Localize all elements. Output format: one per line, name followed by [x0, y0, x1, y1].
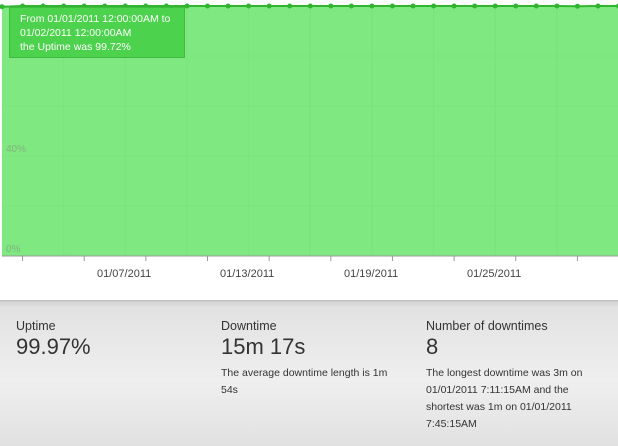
downtimes-description-line: shortest was 1m on 01/01/2011 — [426, 401, 572, 413]
data-point — [307, 3, 313, 9]
data-point — [492, 3, 498, 9]
data-point — [533, 3, 539, 9]
x-tick-label: 01/19/2011 — [344, 268, 399, 280]
x-tick-label: 01/25/2011 — [467, 268, 522, 280]
downtimes-count-label: Number of downtimes — [426, 319, 548, 333]
uptime-stat: Uptime 99.97% — [16, 319, 91, 359]
uptime-value: 99.97% — [16, 334, 91, 359]
data-point — [472, 3, 478, 9]
data-point — [451, 3, 457, 9]
downtime-label: Downtime — [221, 319, 277, 333]
data-point — [328, 3, 334, 9]
data-point — [287, 3, 293, 9]
stats-panel: Uptime 99.97% Downtime 15m 17s The avera… — [0, 300, 618, 446]
data-point — [574, 3, 580, 9]
uptime-label: Uptime — [16, 319, 56, 333]
x-tick-label: 01/07/2011 — [97, 268, 152, 280]
downtimes-description-line: The longest downtime was 3m on — [426, 367, 583, 379]
x-tick-label: 01/13/2011 — [220, 268, 275, 280]
uptime-chart: 40% 0% 01/07/2011 01/13/2011 01/19/2011 … — [0, 0, 618, 300]
data-point — [348, 3, 354, 9]
data-point — [205, 3, 210, 9]
data-point — [554, 3, 560, 9]
y-tick-label: 0% — [6, 244, 21, 255]
tooltip-line: From 01/01/2011 12:00:00AM to — [20, 13, 171, 25]
tooltip-line: the Uptime was 99.72% — [20, 41, 131, 53]
data-point — [389, 3, 395, 9]
downtimes-description: The longest downtime was 3m on 01/01/201… — [426, 365, 582, 433]
data-point — [431, 3, 437, 9]
chart-tooltip: From 01/01/2011 12:00:00AM to 01/02/2011… — [9, 7, 185, 58]
data-point — [410, 3, 416, 9]
downtimes-description-line: 01/01/2011 7:11:15AM and the — [426, 384, 569, 396]
data-point — [369, 3, 375, 9]
data-point — [246, 3, 252, 9]
tooltip-line: 01/02/2011 12:00:00AM — [20, 27, 132, 39]
downtime-stat: Downtime 15m 17s The average downtime le… — [221, 319, 387, 399]
data-point — [184, 3, 190, 9]
downtime-value: 15m 17s — [221, 334, 306, 359]
downtime-description-line: The average downtime length is 1m — [221, 367, 388, 379]
data-point — [513, 3, 519, 9]
data-point — [595, 3, 601, 9]
y-tick-label: 40% — [6, 144, 27, 155]
downtimes-count-stat: Number of downtimes 8 The longest downti… — [426, 319, 582, 433]
data-point — [225, 3, 231, 9]
downtimes-description-line: 7:45:15AM — [426, 418, 477, 430]
downtime-description-line: 54s — [221, 384, 238, 396]
data-point — [266, 3, 272, 9]
downtimes-count-value: 8 — [426, 334, 439, 359]
downtime-description: The average downtime length is 1m 54s — [221, 365, 387, 399]
